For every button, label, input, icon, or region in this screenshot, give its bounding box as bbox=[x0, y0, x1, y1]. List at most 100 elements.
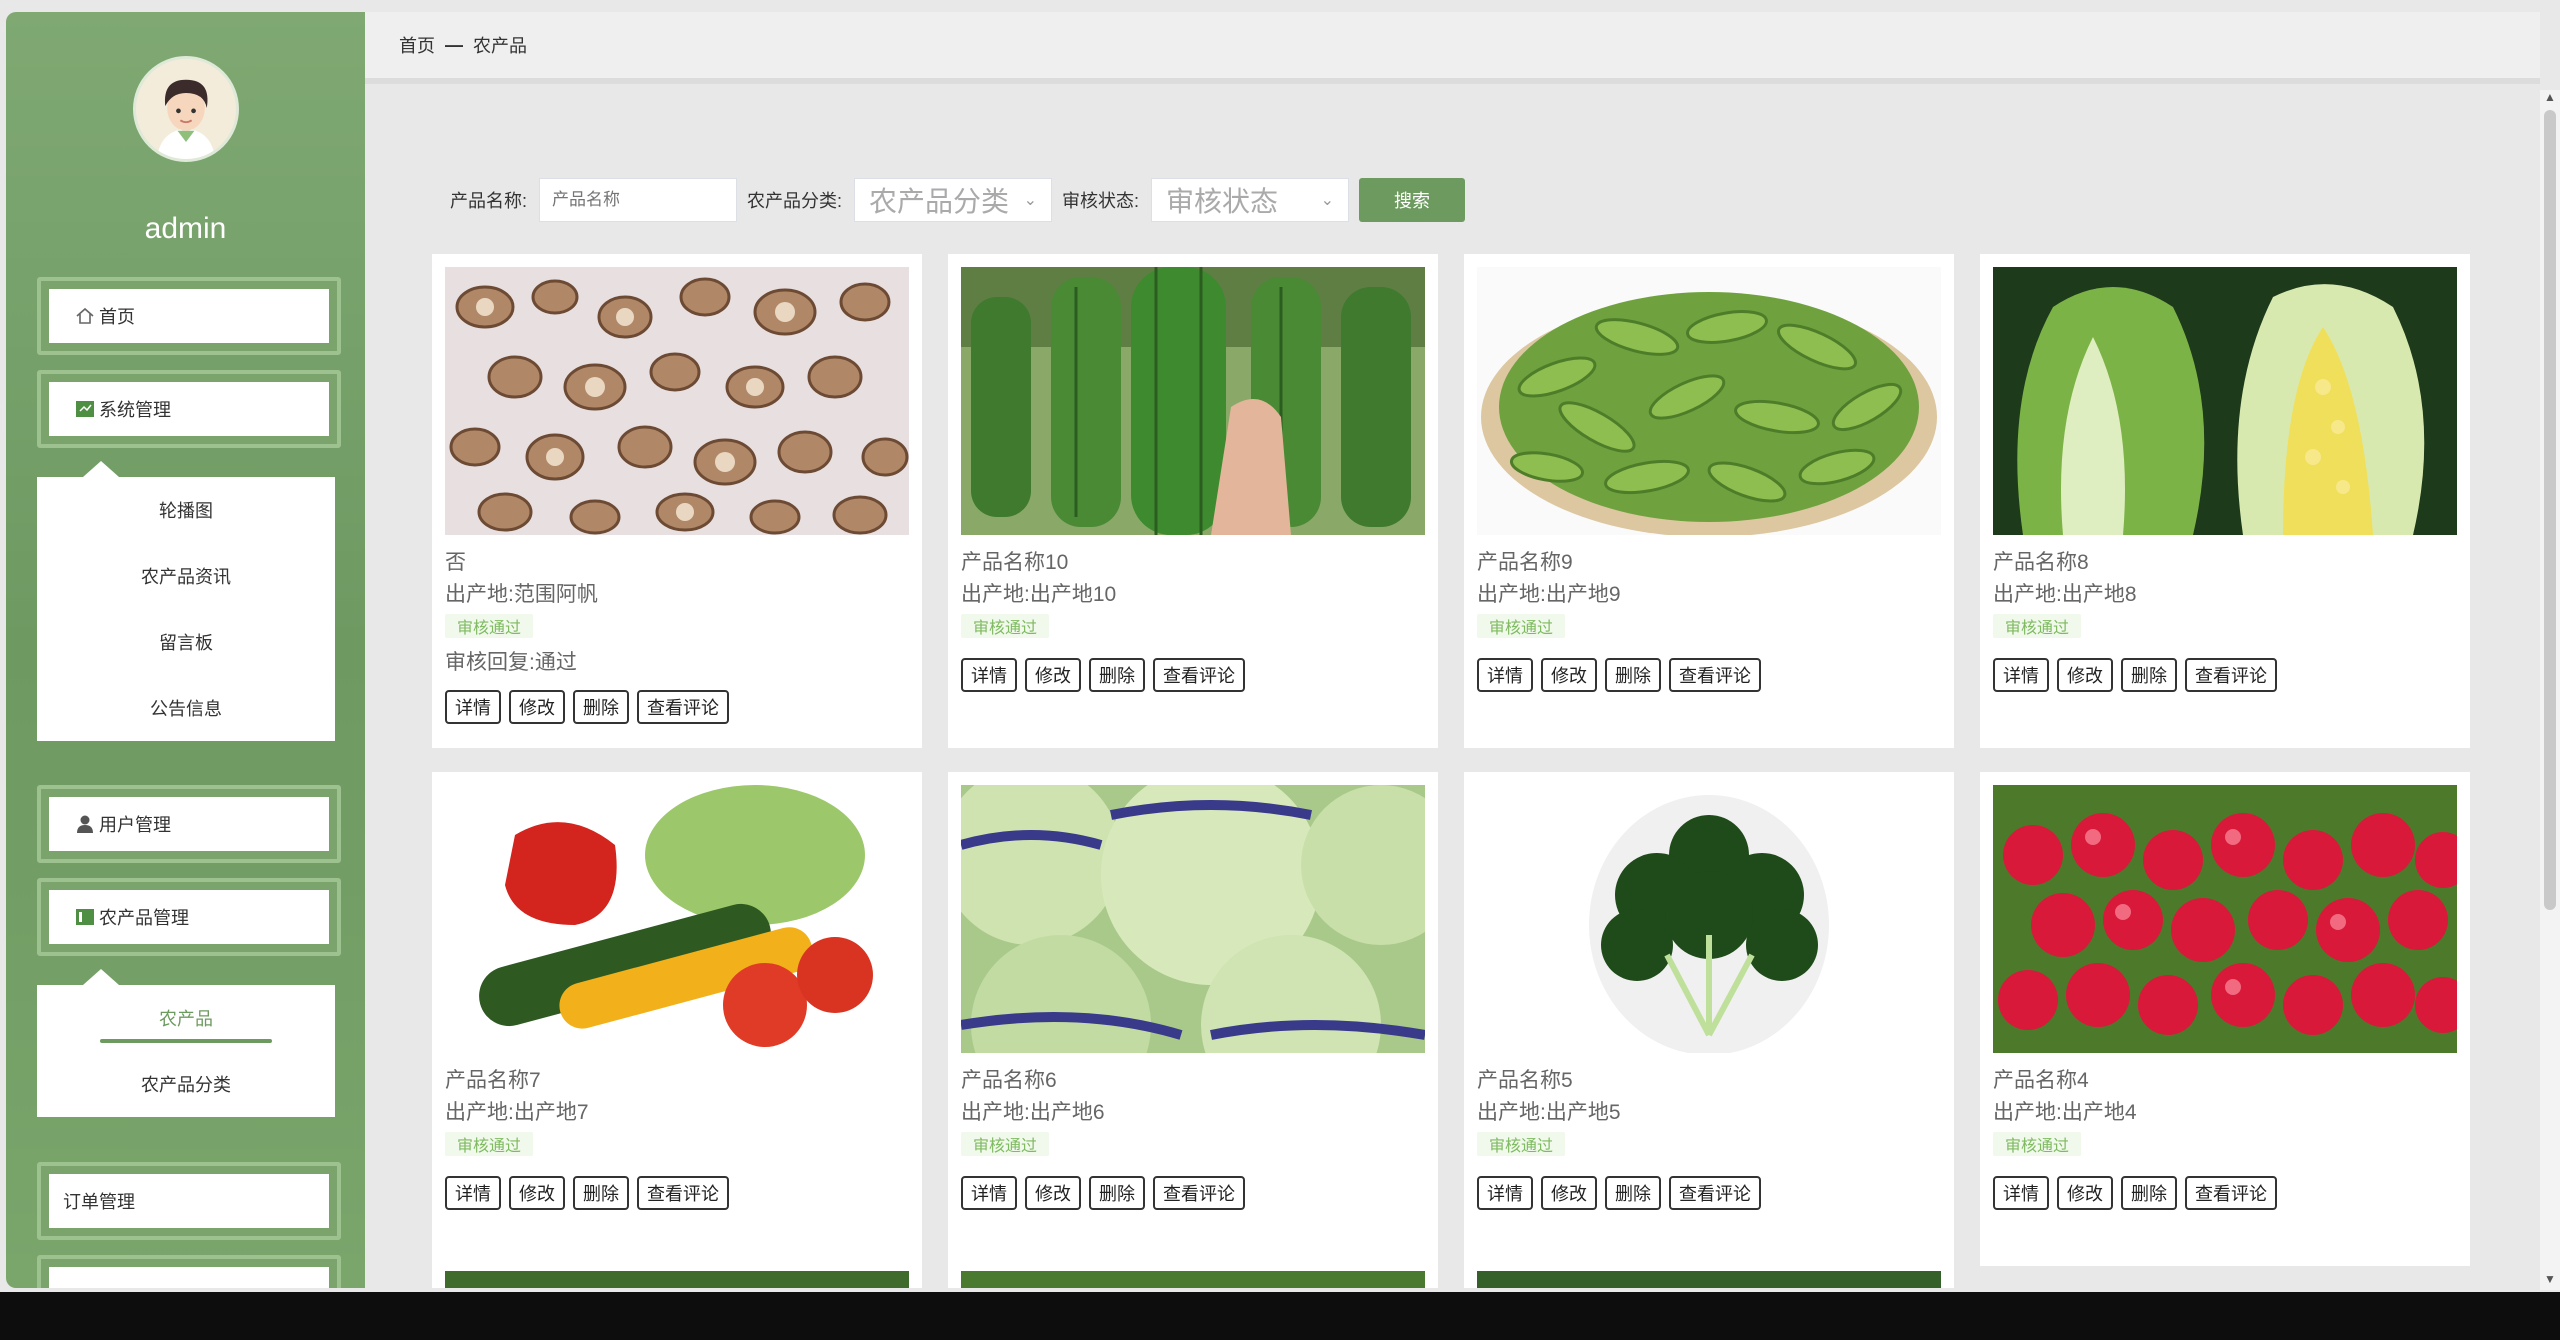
view-comments-button[interactable]: 查看评论 bbox=[637, 1176, 729, 1210]
breadcrumb-home[interactable]: 首页 bbox=[399, 32, 435, 58]
view-comments-button[interactable]: 查看评论 bbox=[1669, 1176, 1761, 1210]
delete-button[interactable]: 删除 bbox=[1089, 1176, 1145, 1210]
product-image-edamame[interactable] bbox=[1477, 267, 1941, 535]
card-actions: 详情 修改 删除 查看评论 bbox=[1993, 658, 2277, 692]
edit-button[interactable]: 修改 bbox=[1541, 658, 1597, 692]
product-card[interactable]: 否 出产地:范围阿帆 审核通过 审核回复:通过 详情 修改 删除 查看评论 bbox=[432, 254, 922, 748]
edit-button[interactable]: 修改 bbox=[509, 690, 565, 724]
submenu-carousel[interactable]: 轮播图 bbox=[37, 477, 335, 543]
product-image-radish[interactable] bbox=[1993, 785, 2457, 1053]
product-origin: 出产地:出产地10 bbox=[961, 583, 1117, 606]
submenu-news[interactable]: 农产品资讯 bbox=[37, 543, 335, 609]
scroll-up-icon[interactable]: ▲ bbox=[2540, 90, 2560, 108]
submenu-products[interactable]: 农产品 bbox=[37, 985, 335, 1051]
avatar[interactable] bbox=[133, 56, 239, 162]
product-card[interactable]: 产品名称10 出产地:出产地10 审核通过 详情 修改 删除 查看评论 bbox=[948, 254, 1438, 748]
menu-next[interactable] bbox=[37, 1255, 341, 1288]
search-bar: 产品名称: 农产品分类: 农产品分类 ⌄ 审核状态: 审核状态 ⌄ 搜索 bbox=[450, 178, 1466, 222]
product-card[interactable]: 产品名称7 出产地:出产地7 审核通过 详情 修改 删除 查看评论 bbox=[432, 772, 922, 1266]
system-submenu: 轮播图 农产品资讯 留言板 公告信息 bbox=[37, 461, 335, 741]
detail-button[interactable]: 详情 bbox=[1993, 658, 2049, 692]
search-button[interactable]: 搜索 bbox=[1359, 178, 1466, 222]
menu-product[interactable]: 农产品管理 bbox=[37, 878, 341, 956]
product-name: 产品名称6 bbox=[961, 1069, 1057, 1092]
view-comments-button[interactable]: 查看评论 bbox=[637, 690, 729, 724]
product-image-cabbage[interactable] bbox=[961, 785, 1425, 1053]
home-icon bbox=[75, 306, 95, 326]
detail-button[interactable]: 详情 bbox=[1993, 1176, 2049, 1210]
detail-button[interactable]: 详情 bbox=[1477, 658, 1533, 692]
edit-button[interactable]: 修改 bbox=[1025, 658, 1081, 692]
view-comments-button[interactable]: 查看评论 bbox=[2185, 1176, 2277, 1210]
delete-button[interactable]: 删除 bbox=[2121, 1176, 2177, 1210]
status-badge: 审核通过 bbox=[1993, 1132, 2082, 1156]
product-card[interactable]: 产品名称6 出产地:出产地6 审核通过 详情 修改 删除 查看评论 bbox=[948, 772, 1438, 1266]
detail-button[interactable]: 详情 bbox=[961, 1176, 1017, 1210]
product-card-partial[interactable] bbox=[948, 1258, 1438, 1288]
product-origin: 出产地:出产地8 bbox=[1993, 583, 2137, 606]
status-badge: 审核通过 bbox=[445, 1132, 534, 1156]
product-image-herb-slices[interactable] bbox=[445, 267, 909, 535]
breadcrumb-current: 农产品 bbox=[473, 36, 527, 56]
product-name: 产品名称4 bbox=[1993, 1069, 2089, 1092]
product-image-partial[interactable] bbox=[1477, 1271, 1941, 1288]
review-reply: 审核回复:通过 bbox=[445, 651, 577, 674]
product-image-mixed-vegetables[interactable] bbox=[445, 785, 909, 1053]
breadcrumb: 首页 — 农产品 bbox=[365, 12, 2540, 84]
menu-user[interactable]: 用户管理 bbox=[37, 785, 341, 863]
delete-button[interactable]: 删除 bbox=[2121, 658, 2177, 692]
view-comments-button[interactable]: 查看评论 bbox=[1153, 658, 1245, 692]
detail-button[interactable]: 详情 bbox=[961, 658, 1017, 692]
menu-product-label: 农产品管理 bbox=[99, 908, 189, 928]
view-comments-button[interactable]: 查看评论 bbox=[2185, 658, 2277, 692]
edit-button[interactable]: 修改 bbox=[1025, 1176, 1081, 1210]
product-origin: 出产地:出产地9 bbox=[1477, 583, 1621, 606]
product-card-partial[interactable] bbox=[1464, 1258, 1954, 1288]
product-card-partial[interactable] bbox=[432, 1258, 922, 1288]
product-image-napa-cabbage[interactable] bbox=[1993, 267, 2457, 535]
submenu-product-category[interactable]: 农产品分类 bbox=[37, 1051, 335, 1117]
product-card[interactable]: 产品名称9 出产地:出产地9 审核通过 详情 修改 删除 查看评论 bbox=[1464, 254, 1954, 748]
chevron-down-icon: ⌄ bbox=[1023, 192, 1038, 209]
category-select[interactable]: 农产品分类 ⌄ bbox=[854, 178, 1053, 222]
edit-button[interactable]: 修改 bbox=[2057, 658, 2113, 692]
product-origin: 出产地:范围阿帆 bbox=[445, 583, 598, 606]
product-image-partial[interactable] bbox=[445, 1271, 909, 1288]
status-select[interactable]: 审核状态 ⌄ bbox=[1151, 178, 1350, 222]
status-badge: 审核通过 bbox=[1477, 614, 1566, 638]
product-origin: 出产地:出产地7 bbox=[445, 1101, 589, 1124]
edit-button[interactable]: 修改 bbox=[1541, 1176, 1597, 1210]
name-input[interactable] bbox=[539, 178, 738, 222]
edit-button[interactable]: 修改 bbox=[509, 1176, 565, 1210]
product-image-partial[interactable] bbox=[961, 1271, 1425, 1288]
scrollbar[interactable]: ▲ ▼ bbox=[2540, 90, 2560, 1290]
delete-button[interactable]: 删除 bbox=[573, 1176, 629, 1210]
product-name: 产品名称8 bbox=[1993, 551, 2089, 574]
delete-button[interactable]: 删除 bbox=[1605, 1176, 1661, 1210]
submenu-announcement[interactable]: 公告信息 bbox=[37, 675, 335, 741]
scroll-down-icon[interactable]: ▼ bbox=[2540, 1272, 2560, 1290]
menu-home[interactable]: 首页 bbox=[37, 277, 341, 355]
edit-button[interactable]: 修改 bbox=[2057, 1176, 2113, 1210]
menu-system[interactable]: 系统管理 bbox=[37, 370, 341, 448]
delete-button[interactable]: 删除 bbox=[573, 690, 629, 724]
delete-button[interactable]: 删除 bbox=[1605, 658, 1661, 692]
view-comments-button[interactable]: 查看评论 bbox=[1153, 1176, 1245, 1210]
detail-button[interactable]: 详情 bbox=[1477, 1176, 1533, 1210]
scroll-thumb[interactable] bbox=[2544, 110, 2556, 910]
product-card[interactable]: 产品名称5 出产地:出产地5 审核通过 详情 修改 删除 查看评论 bbox=[1464, 772, 1954, 1266]
detail-button[interactable]: 详情 bbox=[445, 690, 501, 724]
status-badge: 审核通过 bbox=[1993, 614, 2082, 638]
menu-order[interactable]: 订单管理 bbox=[37, 1162, 341, 1240]
product-image-luffa[interactable] bbox=[961, 267, 1425, 535]
submenu-message-board[interactable]: 留言板 bbox=[37, 609, 335, 675]
product-card[interactable]: 产品名称4 出产地:出产地4 审核通过 详情 修改 删除 查看评论 bbox=[1980, 772, 2470, 1266]
view-comments-button[interactable]: 查看评论 bbox=[1669, 658, 1761, 692]
detail-button[interactable]: 详情 bbox=[445, 1176, 501, 1210]
card-actions: 详情 修改 删除 查看评论 bbox=[961, 1176, 1245, 1210]
status-badge: 审核通过 bbox=[445, 614, 534, 638]
product-card[interactable]: 产品名称8 出产地:出产地8 审核通过 详情 修改 删除 查看评论 bbox=[1980, 254, 2470, 748]
product-image-tatsoi[interactable] bbox=[1477, 785, 1941, 1053]
sidebar: admin 首页 系统管理 轮播图 农产品资讯 留言板 公告信息 用户管理 农产… bbox=[6, 12, 365, 1288]
delete-button[interactable]: 删除 bbox=[1089, 658, 1145, 692]
